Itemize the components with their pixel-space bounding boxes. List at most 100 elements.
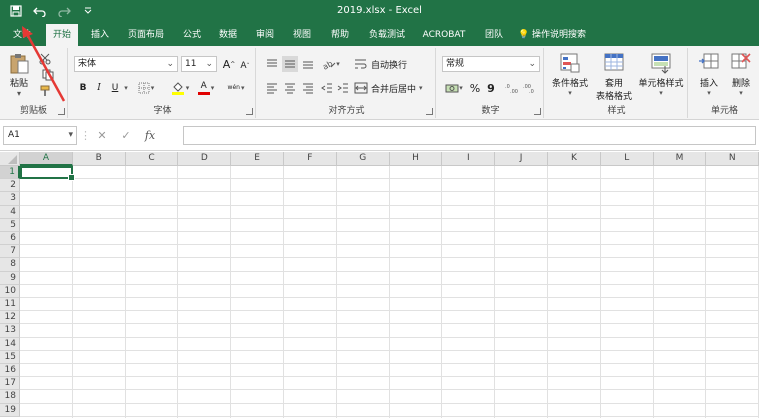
row-header-2[interactable]: 2 [0, 179, 20, 193]
worksheet-grid[interactable]: A B C D E F G H I J K L M N 1 2 3 4 5 6 7 8 9 10 11 12 13 14 15 16 17 1… [0, 152, 759, 418]
column-header-i[interactable]: I [442, 152, 496, 166]
bold-button[interactable]: B [76, 80, 90, 96]
number-launcher-icon[interactable] [534, 108, 541, 115]
tell-me-search[interactable]: 💡 操作说明搜索 [518, 24, 608, 46]
column-header-l[interactable]: L [600, 152, 654, 166]
row-header-1[interactable]: 1 [0, 166, 20, 180]
name-box[interactable]: A1 ▾ [3, 126, 77, 145]
column-header-g[interactable]: G [336, 152, 390, 166]
delete-cells-button[interactable]: 删除 ▾ [726, 52, 756, 97]
row-header-15[interactable]: 15 [0, 350, 20, 364]
row-header-8[interactable]: 8 [0, 258, 20, 272]
row-header-9[interactable]: 9 [0, 271, 20, 285]
column-header-m[interactable]: M [653, 152, 707, 166]
clipboard-launcher-icon[interactable] [58, 108, 65, 115]
font-color-icon: A [197, 81, 210, 95]
row-gridline [20, 231, 759, 232]
row-header-6[interactable]: 6 [0, 232, 20, 246]
fill-color-button[interactable]: ▾ [168, 80, 192, 96]
number-format-select[interactable]: 常规 ⌄ [442, 56, 540, 72]
borders-button[interactable]: ▾ [136, 80, 156, 96]
font-name-select[interactable]: 宋体 ⌄ [74, 56, 178, 72]
column-header-n[interactable]: N [706, 152, 759, 166]
tab-help[interactable]: 帮助 [324, 24, 356, 46]
tab-file[interactable]: 文件 [6, 24, 38, 46]
underline-dropdown-icon[interactable]: ▾ [122, 80, 130, 96]
font-launcher-icon[interactable] [246, 108, 253, 115]
active-cell[interactable] [20, 166, 75, 182]
column-header-c[interactable]: C [125, 152, 179, 166]
tab-acrobat[interactable]: ACROBAT [418, 24, 470, 46]
row-header-12[interactable]: 12 [0, 311, 20, 325]
tab-data[interactable]: 数据 [212, 24, 244, 46]
column-header-a[interactable]: A [20, 152, 73, 166]
tab-team[interactable]: 团队 [478, 24, 510, 46]
column-header-h[interactable]: H [389, 152, 443, 166]
row-header-3[interactable]: 3 [0, 192, 20, 206]
row-header-7[interactable]: 7 [0, 245, 20, 259]
tab-view[interactable]: 视图 [286, 24, 318, 46]
tab-load-test[interactable]: 负载测试 [362, 24, 412, 46]
cut-icon[interactable] [38, 52, 52, 66]
paste-dropdown-icon[interactable]: ▾ [4, 89, 34, 98]
font-size-select[interactable]: 11 ⌄ [181, 56, 217, 72]
align-left-icon[interactable] [264, 80, 280, 96]
italic-button[interactable]: I [92, 80, 106, 96]
ribbon: 粘贴 ▾ 剪贴板 宋体 ⌄ 11 ⌄ A ^ Aˇ B I U ▾ ▾ ▾ A … [0, 46, 759, 120]
cancel-icon[interactable]: ✕ [90, 129, 114, 142]
format-as-table-button[interactable]: 套用 表格格式 [594, 52, 634, 102]
row-header-14[interactable]: 14 [0, 337, 20, 351]
format-painter-icon[interactable] [38, 84, 52, 98]
select-all-corner[interactable] [0, 152, 20, 166]
conditional-formatting-button[interactable]: 条件格式 ▾ [548, 52, 592, 97]
increase-indent-icon[interactable] [336, 80, 350, 96]
column-header-e[interactable]: E [231, 152, 284, 166]
merge-center-button[interactable]: 合并后居中 ▾ [354, 80, 432, 96]
wrap-text-button[interactable]: 自动换行 [354, 56, 430, 72]
column-header-d[interactable]: D [178, 152, 232, 166]
row-header-5[interactable]: 5 [0, 218, 20, 232]
tab-insert[interactable]: 插入 [84, 24, 116, 46]
align-bottom-icon[interactable] [300, 56, 316, 72]
row-header-18[interactable]: 18 [0, 390, 20, 404]
insert-function-icon[interactable]: fx [138, 129, 162, 142]
decrease-decimal-icon[interactable]: .00.0 [522, 80, 538, 96]
column-header-j[interactable]: J [495, 152, 548, 166]
orientation-icon[interactable]: ab ▾ [320, 56, 342, 72]
align-center-icon[interactable] [282, 80, 298, 96]
percent-style-button[interactable]: % [468, 80, 482, 96]
increase-decimal-icon[interactable]: .0.00 [504, 80, 520, 96]
paste-button[interactable]: 粘贴 ▾ [4, 52, 34, 98]
tab-review[interactable]: 审阅 [249, 24, 281, 46]
copy-icon[interactable] [38, 68, 58, 82]
row-header-16[interactable]: 16 [0, 364, 20, 378]
tab-page-layout[interactable]: 页面布局 [122, 24, 170, 46]
row-header-19[interactable]: 19 [0, 403, 20, 417]
align-top-icon[interactable] [264, 56, 280, 72]
row-header-11[interactable]: 11 [0, 298, 20, 312]
insert-cells-button[interactable]: 插入 ▾ [694, 52, 724, 97]
row-header-17[interactable]: 17 [0, 377, 20, 391]
comma-style-button[interactable]: 9 [484, 80, 498, 96]
underline-button[interactable]: U [108, 80, 122, 96]
formula-input[interactable] [183, 126, 756, 145]
decrease-indent-icon[interactable] [320, 80, 334, 96]
column-header-f[interactable]: F [284, 152, 337, 166]
increase-font-size-button[interactable]: A ^ [222, 56, 236, 72]
tab-formulas[interactable]: 公式 [176, 24, 208, 46]
align-right-icon[interactable] [300, 80, 316, 96]
alignment-launcher-icon[interactable] [426, 108, 433, 115]
enter-icon[interactable]: ✓ [114, 129, 138, 142]
align-middle-icon[interactable] [282, 56, 298, 72]
row-header-10[interactable]: 10 [0, 284, 20, 298]
accounting-format-button[interactable]: ▾ [442, 80, 466, 96]
column-header-b[interactable]: B [72, 152, 126, 166]
column-header-k[interactable]: K [548, 152, 601, 166]
cell-styles-button[interactable]: 单元格样式 ▾ [636, 52, 686, 97]
font-color-button[interactable]: A ▾ [194, 80, 218, 96]
row-header-13[interactable]: 13 [0, 324, 20, 338]
decrease-font-size-button[interactable]: Aˇ [238, 58, 252, 74]
row-header-4[interactable]: 4 [0, 205, 20, 219]
phonetic-button[interactable]: wén ▾ [224, 80, 248, 96]
tab-home[interactable]: 开始 [46, 24, 78, 46]
